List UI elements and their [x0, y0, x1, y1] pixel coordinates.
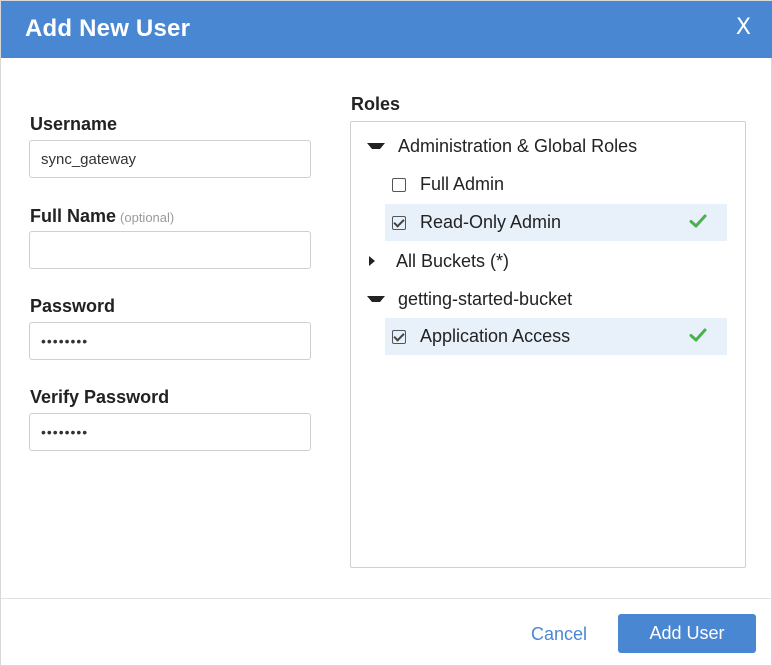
checkbox-icon[interactable] [392, 177, 406, 192]
role-group-label: Administration & Global Roles [398, 135, 638, 156]
checked-checkbox-icon[interactable] [392, 215, 406, 230]
role-group-label: getting-started-bucket [398, 288, 573, 309]
caret-down-icon [367, 143, 385, 149]
role-group-label: All Buckets (*) [396, 250, 510, 271]
role-group-all-buckets[interactable]: All Buckets (*) [367, 248, 509, 274]
role-item-application-access[interactable]: Application Access [385, 318, 727, 355]
roles-label: Roles [351, 94, 401, 114]
role-item-label: Read-Only Admin [420, 212, 562, 232]
role-item-label: Application Access [420, 326, 571, 346]
checkmark-icon [689, 214, 707, 228]
role-group-getting-started-bucket[interactable]: getting-started-bucket [367, 286, 572, 312]
password-label: Password [30, 296, 116, 316]
username-label: Username [30, 114, 118, 134]
roles-tree[interactable]: Administration & Global Roles Full Admin… [350, 121, 746, 568]
role-item-label: Full Admin [420, 174, 505, 194]
footer-divider [1, 598, 772, 599]
username-input[interactable] [29, 140, 311, 178]
verify-password-label: Verify Password [30, 387, 170, 407]
dialog-title: Add New User [25, 15, 191, 42]
optional-hint: (optional) [120, 210, 175, 225]
caret-right-icon [369, 256, 383, 266]
close-button[interactable]: X [736, 14, 751, 42]
role-item-full-admin[interactable]: Full Admin [385, 166, 727, 203]
checkmark-icon [689, 328, 707, 342]
verify-password-input[interactable] [29, 413, 311, 451]
dialog-header: Add New User X [1, 1, 772, 58]
add-user-dialog: Add New User X Username Full Name(option… [0, 0, 772, 666]
full-name-input[interactable] [29, 231, 311, 269]
checked-checkbox-icon[interactable] [392, 329, 406, 344]
role-item-read-only-admin[interactable]: Read-Only Admin [385, 204, 727, 241]
add-user-button[interactable]: Add User [618, 614, 756, 653]
caret-down-icon [367, 296, 385, 302]
full-name-label-text: Full Name [30, 206, 117, 226]
role-group-administration[interactable]: Administration & Global Roles [367, 133, 637, 159]
cancel-button[interactable]: Cancel [531, 623, 587, 645]
password-input[interactable] [29, 322, 311, 360]
full-name-label: Full Name (optional) [30, 205, 174, 229]
